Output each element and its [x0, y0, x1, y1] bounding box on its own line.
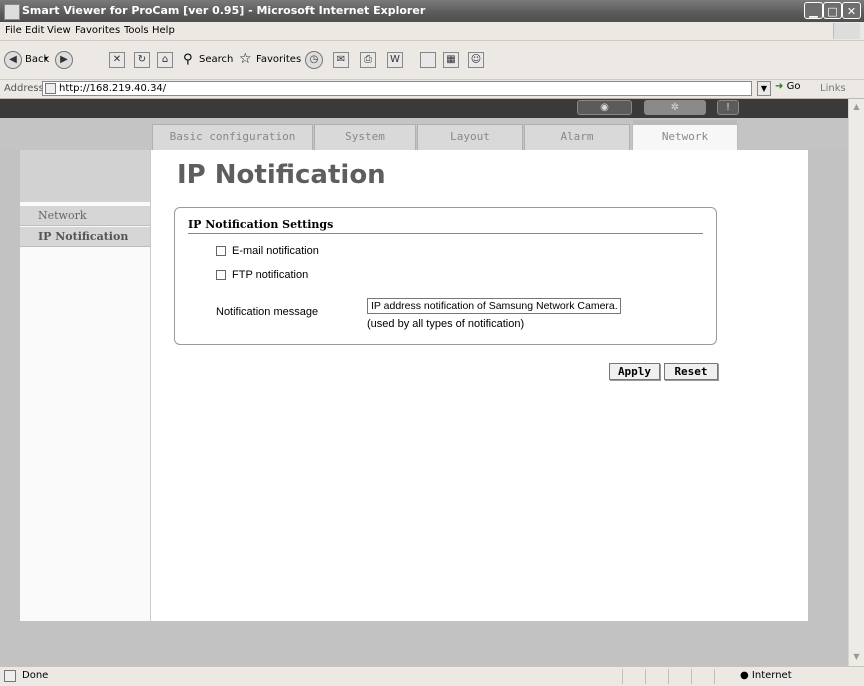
apply-button[interactable]: Apply — [609, 363, 660, 380]
page-title: IP Notification — [177, 160, 386, 190]
email-notification-checkbox[interactable] — [216, 246, 226, 256]
status-separator — [622, 669, 623, 684]
security-zone: ● Internet — [740, 670, 792, 681]
ip-notification-settings-box: IP Notification Settings E-mail notifica… — [174, 207, 717, 345]
tab-system[interactable]: System — [314, 124, 416, 150]
sidebar-item-network[interactable]: Network — [20, 206, 150, 226]
address-input[interactable]: http://168.219.40.34/ — [42, 81, 752, 96]
page-status-icon — [4, 670, 16, 682]
browser-toolbar: ◀ Back ▾ ▶ ✕ ↻ ⌂ ⚲ Search ☆ Favorites ◷ … — [0, 41, 864, 80]
search-button-label[interactable]: Search — [199, 54, 233, 65]
globe-icon: ● — [740, 670, 749, 681]
sidebar-header — [20, 150, 150, 202]
maximize-button[interactable]: □ — [823, 2, 842, 19]
print-icon[interactable]: ⎙ — [360, 52, 376, 68]
security-zone-label: Internet — [751, 670, 792, 681]
vertical-scrollbar[interactable]: ▲ ▼ — [848, 99, 864, 666]
status-separator — [714, 669, 715, 684]
minimize-button[interactable]: ▁ — [804, 2, 823, 19]
camera-control-strip: ◉ ✲ ! — [0, 99, 848, 118]
menu-bar: File Edit View Favorites Tools Help — [0, 22, 864, 41]
refresh-icon[interactable]: ↻ — [134, 52, 150, 68]
setup-gear-icon[interactable]: ✲ — [644, 100, 706, 115]
address-dropdown-icon[interactable]: ▼ — [757, 81, 771, 96]
forward-arrow-icon[interactable]: ▶ — [55, 51, 73, 69]
tab-alarm[interactable]: Alarm — [524, 124, 630, 150]
menu-file[interactable]: File — [5, 25, 22, 36]
favorites-button-label[interactable]: Favorites — [256, 54, 301, 65]
go-label: Go — [786, 81, 801, 92]
back-dropdown-icon[interactable]: ▾ — [44, 54, 48, 63]
windows-flag-icon — [833, 23, 860, 39]
sidebar: Network IP Notification — [20, 150, 151, 621]
view-eye-icon[interactable]: ◉ — [577, 100, 632, 115]
ie-app-icon — [4, 4, 20, 20]
status-bar: Done ● Internet — [0, 666, 864, 686]
notification-message-input[interactable]: IP address notification of Samsung Netwo… — [367, 298, 621, 314]
menu-help[interactable]: Help — [152, 25, 175, 36]
menu-favorites[interactable]: Favorites — [75, 25, 120, 36]
address-bar: Address http://168.219.40.34/ ▼ ➜ Go Lin… — [0, 80, 864, 99]
scroll-down-icon[interactable]: ▼ — [850, 650, 863, 664]
email-notification-label[interactable]: E-mail notification — [232, 245, 319, 257]
address-label: Address — [4, 83, 44, 94]
home-icon[interactable]: ⌂ — [157, 52, 173, 68]
address-url[interactable]: http://168.219.40.34/ — [59, 83, 166, 94]
section-title: IP Notification Settings — [188, 218, 334, 231]
stop-icon[interactable]: ✕ — [109, 52, 125, 68]
window-title-bar: Smart Viewer for ProCam [ver 0.95] - Mic… — [0, 0, 864, 22]
reset-button[interactable]: Reset — [664, 363, 718, 380]
status-separator — [645, 669, 646, 684]
links-button[interactable]: Links — [820, 83, 846, 94]
messenger-icon[interactable]: ☺ — [468, 52, 484, 68]
go-arrow-icon: ➜ — [775, 81, 784, 92]
edit-icon[interactable]: W — [387, 52, 403, 68]
discuss-icon[interactable] — [420, 52, 436, 68]
close-button[interactable]: ✕ — [842, 2, 861, 19]
tab-layout[interactable]: Layout — [417, 124, 523, 150]
status-separator — [691, 669, 692, 684]
sidebar-item-ip-notification[interactable]: IP Notification — [20, 227, 150, 247]
status-text: Done — [22, 670, 49, 681]
status-separator — [668, 669, 669, 684]
page-icon — [45, 83, 56, 94]
web-page: ◉ ✲ ! Basic configuration System Layout … — [0, 99, 848, 666]
page-footer-strip — [0, 621, 848, 666]
main-tab-bar: Basic configuration System Layout Alarm … — [0, 118, 848, 151]
search-icon[interactable]: ⚲ — [183, 52, 193, 67]
info-icon[interactable]: ! — [717, 100, 739, 115]
window-title: Smart Viewer for ProCam [ver 0.95] - Mic… — [22, 4, 426, 17]
favorites-star-icon[interactable]: ☆ — [239, 51, 252, 67]
tab-basic-configuration[interactable]: Basic configuration — [152, 124, 313, 150]
back-arrow-icon[interactable]: ◀ — [4, 51, 22, 69]
menu-tools[interactable]: Tools — [124, 25, 149, 36]
content-panel: IP Notification IP Notification Settings… — [151, 150, 808, 621]
ftp-notification-checkbox[interactable] — [216, 270, 226, 280]
section-divider — [188, 233, 703, 234]
go-button[interactable]: ➜ Go — [775, 81, 800, 92]
notification-message-note: (used by all types of notification) — [367, 318, 525, 330]
tab-network[interactable]: Network — [632, 120, 738, 151]
mail-icon[interactable]: ✉ — [333, 52, 349, 68]
menu-edit[interactable]: Edit — [25, 25, 44, 36]
menu-view[interactable]: View — [47, 25, 71, 36]
ftp-notification-label[interactable]: FTP notification — [232, 269, 308, 281]
research-icon[interactable]: ▦ — [443, 52, 459, 68]
notification-message-label: Notification message — [216, 306, 319, 318]
history-icon[interactable]: ◷ — [305, 51, 323, 69]
scroll-up-icon[interactable]: ▲ — [850, 100, 863, 114]
